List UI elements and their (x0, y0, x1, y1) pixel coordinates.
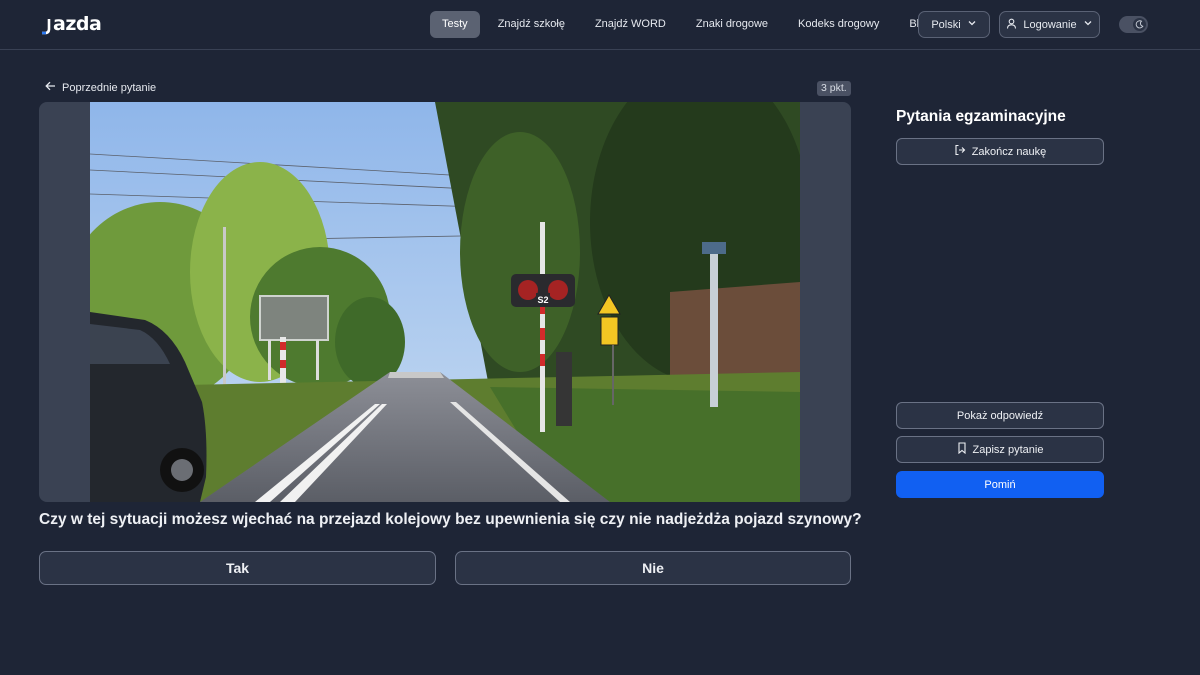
previous-question-link[interactable]: Poprzednie pytanie (45, 81, 156, 94)
question-text: Czy w tej sytuacji możesz wjechać na prz… (39, 511, 862, 528)
save-question-button[interactable]: Zapisz pytanie (896, 436, 1104, 463)
end-learning-button[interactable]: Zakończ naukę (896, 138, 1104, 165)
user-icon (1006, 18, 1017, 32)
login-label: Logowanie (1023, 18, 1077, 31)
railway-crossing-scene-image: S2 (90, 102, 800, 502)
top-navigation-bar: azda Testy Znajdź szkołę Znajdź WORD Zna… (0, 0, 1200, 50)
nav-item-traffic-code[interactable]: Kodeks drogowy (786, 11, 891, 38)
previous-question-label: Poprzednie pytanie (62, 81, 157, 94)
logo-text: azda (53, 13, 102, 35)
logout-icon (954, 144, 966, 159)
answer-yes-button[interactable]: Tak (39, 551, 436, 585)
nav-item-find-word[interactable]: Znajdź WORD (583, 11, 678, 38)
chevron-down-icon (967, 18, 977, 31)
login-button[interactable]: Logowanie (999, 11, 1100, 38)
moon-icon (1133, 18, 1146, 31)
answer-no-button[interactable]: Nie (455, 551, 851, 585)
arrow-left-icon (45, 81, 56, 94)
nav-item-testy[interactable]: Testy (430, 11, 480, 38)
site-logo[interactable]: azda (42, 13, 102, 35)
save-question-label: Zapisz pytanie (972, 443, 1044, 456)
points-badge: 3 pkt. (817, 81, 851, 96)
theme-toggle[interactable] (1119, 16, 1148, 33)
show-answer-button[interactable]: Pokaż odpowiedź (896, 402, 1104, 429)
chevron-down-icon (1083, 18, 1093, 31)
end-learning-label: Zakończ naukę (971, 145, 1047, 158)
nav-item-road-signs[interactable]: Znaki drogowe (684, 11, 780, 38)
language-selector[interactable]: Polski (918, 11, 990, 38)
skip-button[interactable]: Pomiń (896, 471, 1104, 498)
question-media: S2 (39, 102, 851, 502)
signal-sign-text: S2 (537, 295, 548, 305)
show-answer-label: Pokaż odpowiedź (956, 409, 1044, 422)
skip-label: Pomiń (984, 478, 1016, 491)
bookmark-icon (957, 442, 967, 457)
main-nav: Testy Znajdź szkołę Znajdź WORD Znaki dr… (430, 11, 949, 38)
sidebar-title: Pytania egzaminacyjne (896, 108, 1066, 125)
nav-item-find-school[interactable]: Znajdź szkołę (486, 11, 577, 38)
logo-mark-icon (42, 18, 52, 35)
language-label: Polski (931, 18, 961, 31)
